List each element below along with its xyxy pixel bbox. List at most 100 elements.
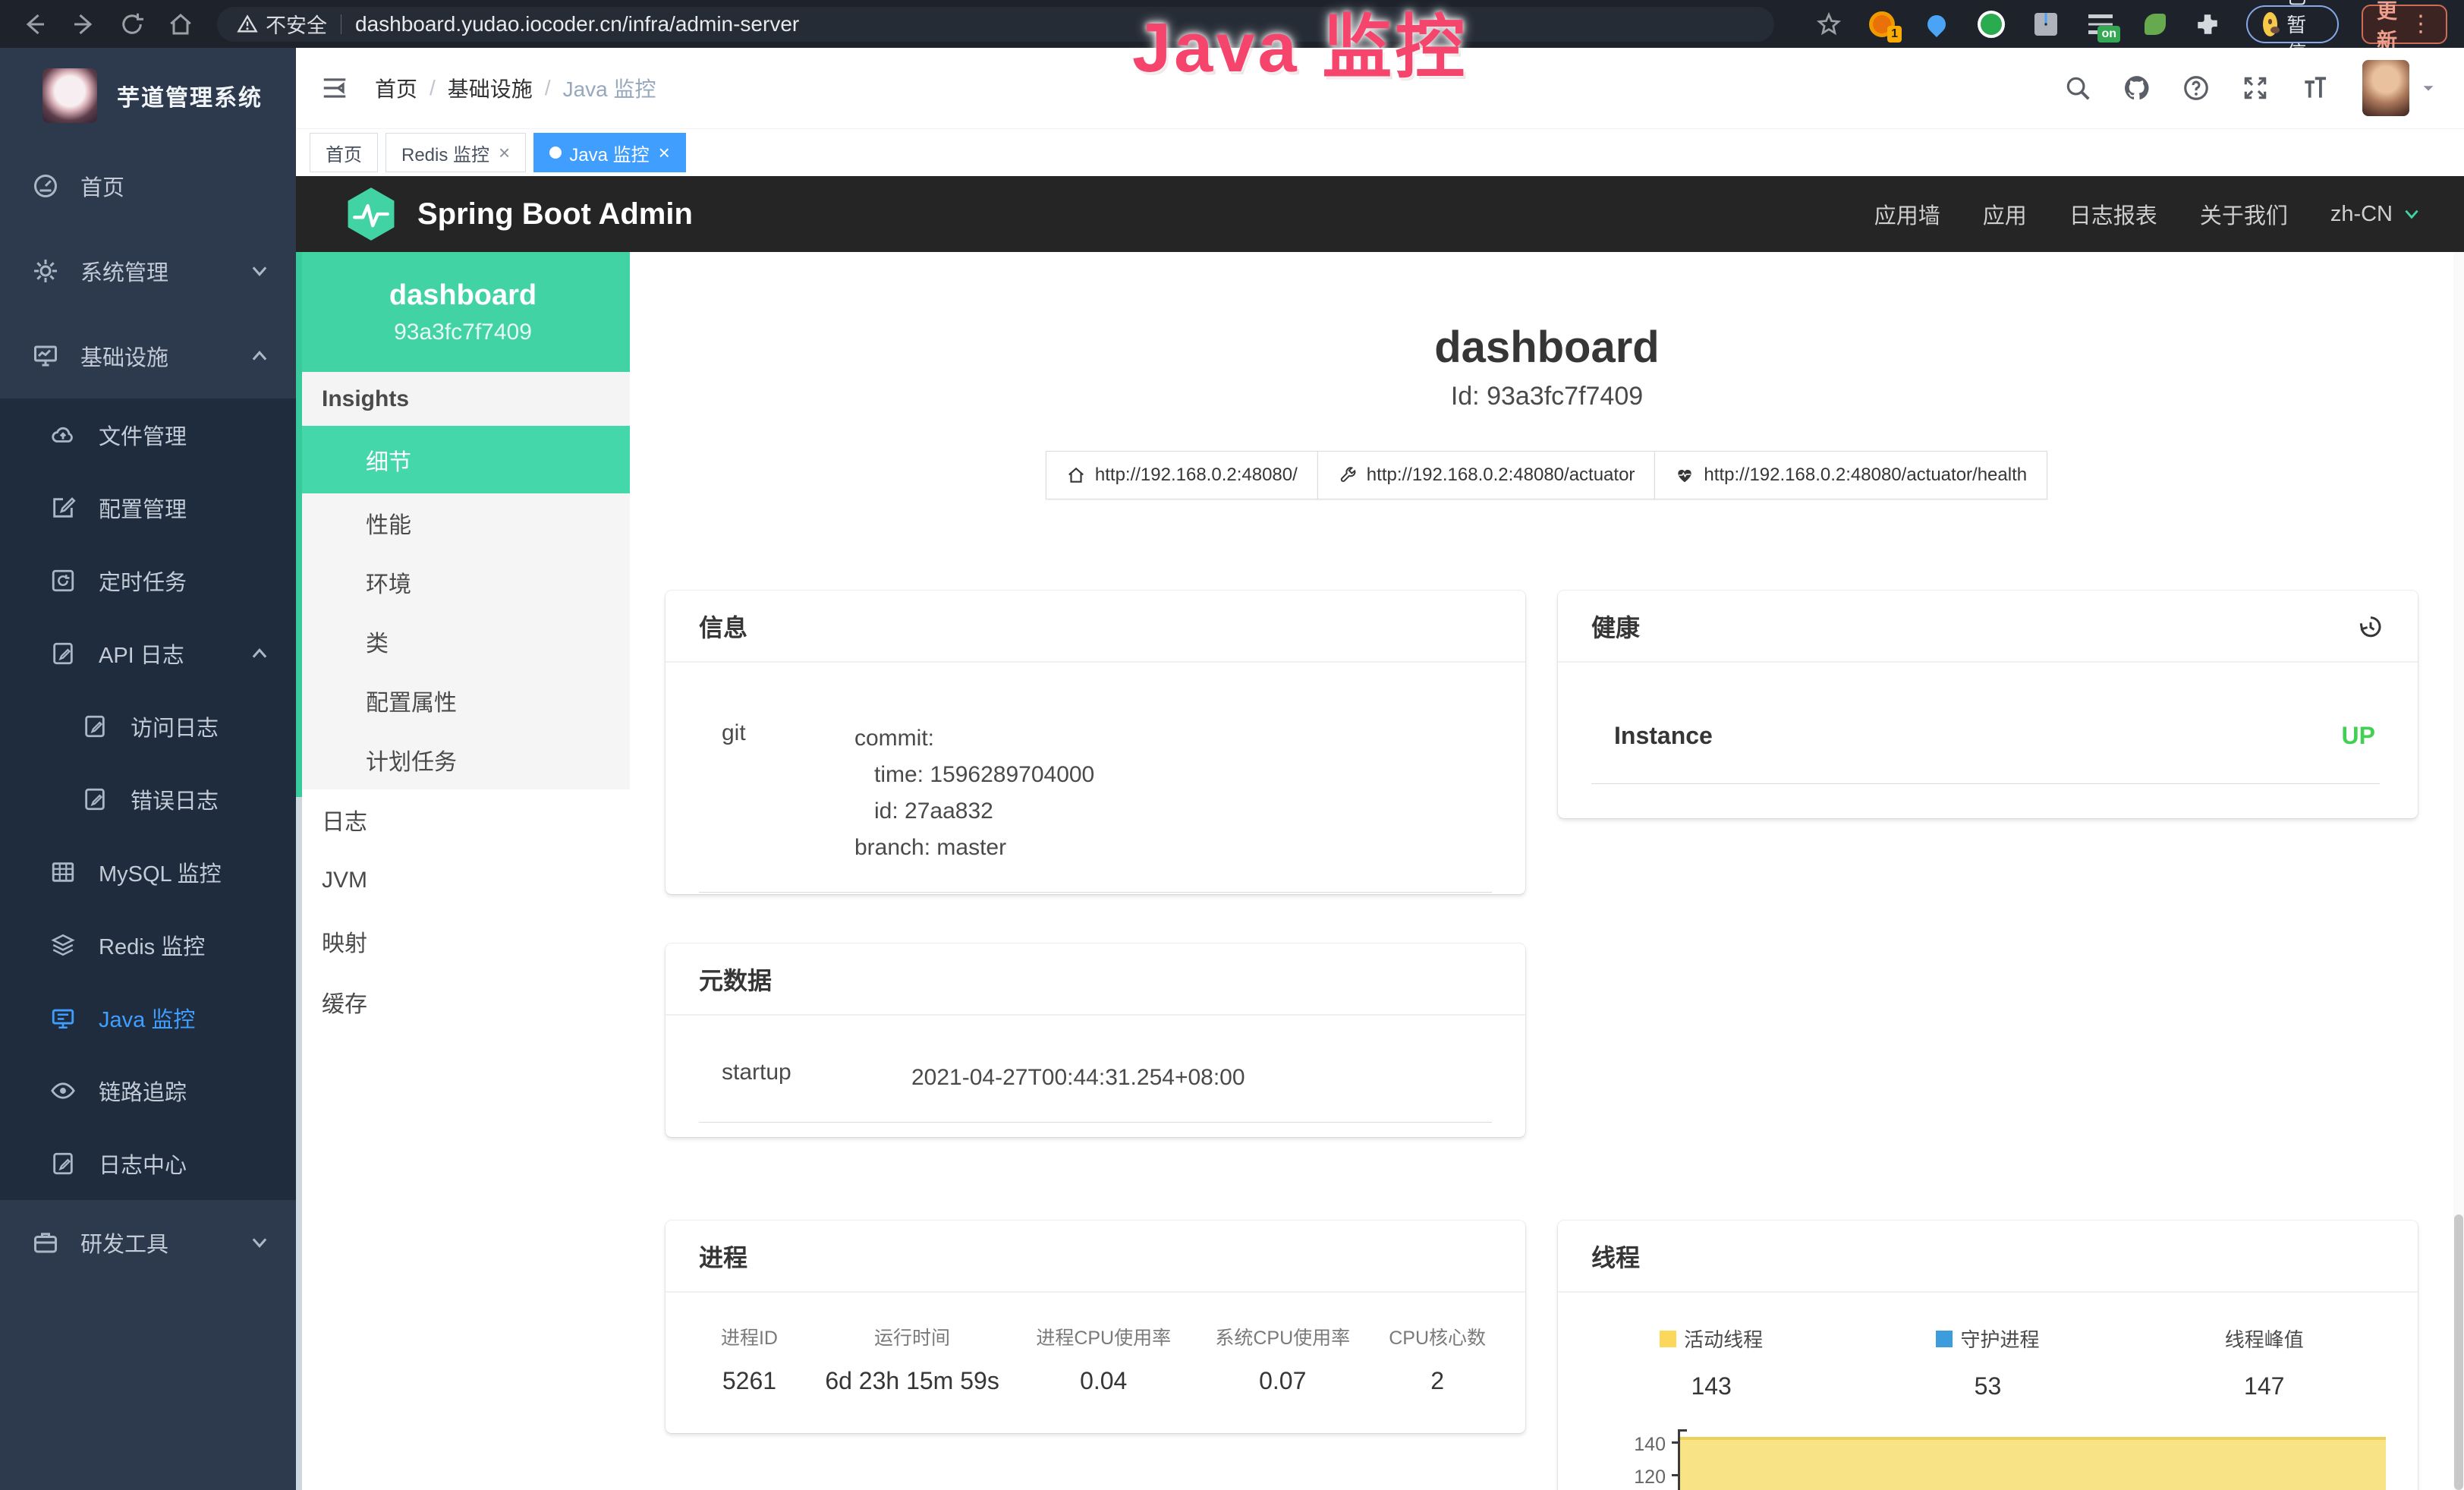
sba-menu-classes[interactable]: 类 [296, 612, 630, 671]
instance-links: http://192.168.0.2:48080/ http://192.168… [630, 451, 2464, 499]
peak-threads-value: 147 [2126, 1372, 2403, 1400]
sba-nav-wall[interactable]: 应用墙 [1874, 198, 1940, 230]
table-row[interactable]: Instance UP [1591, 722, 2380, 784]
sidebar-item-error-log[interactable]: 错误日志 [0, 763, 296, 836]
sidebar-item-access-log[interactable]: 访问日志 [0, 690, 296, 763]
instance-actuator-link[interactable]: http://192.168.0.2:48080/actuator [1317, 451, 1656, 499]
cpu-cores-value: 2 [1372, 1367, 1503, 1395]
sba-menu-scheduled-tasks[interactable]: 计划任务 [296, 730, 630, 789]
sba-nav-applications[interactable]: 应用 [1983, 198, 2027, 230]
search-icon[interactable] [2063, 74, 2092, 102]
daemon-threads-value: 53 [1849, 1372, 2126, 1400]
sba-nav-journal[interactable]: 日志报表 [2069, 198, 2157, 230]
github-icon[interactable] [2123, 74, 2151, 102]
threads-card: 线程 活动线程 1 [1558, 1221, 2418, 1490]
instance-health-link[interactable]: http://192.168.0.2:48080/actuator/health [1654, 451, 2047, 499]
extension-orange-icon[interactable]: 1 [1867, 9, 1897, 39]
sba-menu-details[interactable]: 细节 [296, 426, 630, 493]
extension-green-circle-icon[interactable] [1976, 9, 2006, 39]
instance-home-link[interactable]: http://192.168.0.2:48080/ [1046, 451, 1318, 499]
header-actions [2033, 60, 2437, 116]
extension-switch-icon[interactable]: on [2085, 9, 2116, 39]
app-logo-row[interactable]: 芋道管理系统 [0, 48, 296, 143]
table-row: startup 2021-04-27T00:44:31.254+08:00 [699, 1060, 1492, 1123]
sidebar-item-config-manage[interactable]: 配置管理 [0, 471, 296, 544]
instance-block[interactable]: dashboard 93a3fc7f7409 [296, 252, 630, 372]
edit-square-icon [50, 495, 76, 521]
metadata-card-body: startup 2021-04-27T00:44:31.254+08:00 [666, 1016, 1525, 1123]
sba-menu-environment[interactable]: 环境 [296, 553, 630, 612]
sidebar-item-api-log[interactable]: API 日志 [0, 617, 296, 690]
sba-nav-about[interactable]: 关于我们 [2200, 198, 2288, 230]
sba-sidebar: dashboard 93a3fc7f7409 Insights 细节 性能 环境… [296, 252, 630, 1490]
chrome-menu-dots-icon[interactable]: ⋮ [2409, 11, 2432, 37]
help-icon[interactable] [2182, 74, 2211, 102]
sidebar-item-redis-monitor[interactable]: Redis 监控 [0, 909, 296, 981]
column-header: 系统CPU使用率 [1193, 1323, 1372, 1350]
heart-icon [1675, 465, 1695, 485]
browser-reload-icon[interactable] [118, 11, 146, 38]
avatar-caret-down-icon[interactable] [2420, 80, 2437, 96]
sba-menu-caches[interactable]: 缓存 [296, 972, 630, 1032]
sba-nav-language: zh-CN [2330, 202, 2422, 227]
sidebar-item-scheduled-jobs[interactable]: 定时任务 [0, 544, 296, 617]
breadcrumb-home[interactable]: 首页 [375, 73, 417, 103]
browser-back-icon[interactable] [21, 11, 49, 38]
browser-home-icon[interactable] [167, 11, 194, 38]
extension-grid-icon[interactable] [2031, 9, 2061, 39]
sba-menu-jvm[interactable]: JVM [296, 850, 630, 911]
font-size-icon[interactable] [2300, 74, 2329, 102]
sidebar-item-java-monitor[interactable]: Java 监控 [0, 981, 296, 1054]
tab-redis-monitor[interactable]: Redis 监控 × [385, 133, 526, 172]
scrollbar-thumb[interactable] [2454, 1214, 2463, 1490]
extensions-puzzle-icon[interactable] [2195, 11, 2220, 37]
breadcrumb-separator: / [545, 76, 551, 100]
tab-java-monitor[interactable]: Java 监控 × [533, 133, 686, 172]
cards-column-left: 信息 git commit: time: 1596289704000 id: 2 [666, 591, 1525, 1433]
paused-badge[interactable]: 已暂停 [2246, 5, 2339, 43]
fullscreen-icon[interactable] [2241, 74, 2270, 102]
health-card-header: 健康 [1558, 591, 2418, 663]
scrollbar-track[interactable] [2453, 252, 2464, 1490]
address-bar[interactable]: 不安全 dashboard.yudao.iocoder.cn/infra/adm… [217, 7, 1774, 42]
breadcrumb-separator: / [430, 76, 436, 100]
sba-menu-mappings[interactable]: 映射 [296, 911, 630, 972]
close-icon[interactable]: × [659, 141, 670, 165]
card-title: 健康 [1591, 609, 1640, 644]
chrome-update-button[interactable]: 更新 ⋮ [2362, 5, 2447, 44]
instance-id: 93a3fc7f7409 [394, 320, 532, 345]
app-title: 芋道管理系统 [117, 79, 263, 112]
sidebar-item-dev-tools[interactable]: 研发工具 [0, 1200, 296, 1285]
annotation-overlay-text: Java 监控 [1132, 0, 1468, 92]
close-icon[interactable]: × [499, 141, 510, 165]
browser-forward-icon[interactable] [70, 11, 97, 38]
tab-home[interactable]: 首页 [310, 133, 378, 172]
active-dot-icon [549, 146, 562, 159]
sidebar-item-infra[interactable]: 基础设施 [0, 313, 296, 398]
extension-leaf-icon[interactable] [2140, 9, 2170, 39]
sidebar-accent-strip [296, 252, 302, 797]
info-card: 信息 git commit: time: 1596289704000 id: 2 [666, 591, 1525, 894]
sba-brand-title[interactable]: Spring Boot Admin [417, 197, 693, 232]
sba-menu-metrics[interactable]: 性能 [296, 493, 630, 553]
sidebar-item-log-center[interactable]: 日志中心 [0, 1127, 296, 1200]
sba-menu-config-props[interactable]: 配置属性 [296, 671, 630, 730]
hamburger-icon[interactable] [320, 74, 349, 102]
sidebar-item-file-manage[interactable]: 文件管理 [0, 398, 296, 471]
user-avatar[interactable] [2362, 60, 2409, 116]
health-card: 健康 Instance UP [1558, 591, 2418, 818]
sba-menu-logs[interactable]: 日志 [296, 789, 630, 850]
history-icon[interactable] [2357, 613, 2384, 640]
sidebar-item-trace[interactable]: 链路追踪 [0, 1054, 296, 1127]
bookmark-star-icon[interactable] [1815, 11, 1842, 38]
extension-pin-icon[interactable] [1921, 9, 1952, 39]
sidebar-item-system[interactable]: 系统管理 [0, 228, 296, 313]
emoji-face-icon [2263, 12, 2277, 36]
tags-view-bar: 首页 Redis 监控 × Java 监控 × [296, 129, 2464, 176]
sidebar-item-home[interactable]: 首页 [0, 143, 296, 228]
info-value: commit: time: 1596289704000 id: 27aa832 … [854, 720, 1094, 866]
y-tick: 140 [1634, 1434, 1666, 1456]
health-instance-label: Instance [1614, 722, 1713, 750]
sidebar-item-mysql-monitor[interactable]: MySQL 监控 [0, 836, 296, 909]
breadcrumb-infra[interactable]: 基础设施 [448, 73, 533, 103]
